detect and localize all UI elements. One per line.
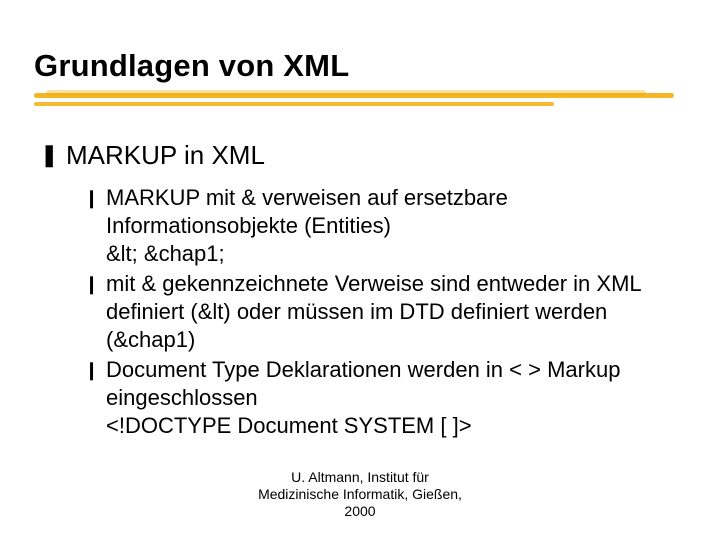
bullet-level1: ❚ MARKUP in XML (40, 140, 686, 170)
bullet-level2: ❙ mit & gekennzeichnete Verweise sind en… (84, 270, 686, 354)
bullet-level2: ❙ Document Type Deklarationen werden in … (84, 356, 686, 440)
slide-body: ❚ MARKUP in XML ❙ MARKUP mit & verweisen… (34, 140, 686, 440)
brush-stroke-icon (34, 93, 674, 98)
bullet-level2-list: ❙ MARKUP mit & verweisen auf ersetzbare … (40, 184, 686, 440)
bullet-text: MARKUP in XML (66, 140, 265, 170)
bullet-level2: ❙ MARKUP mit & verweisen auf ersetzbare … (84, 184, 686, 268)
slide: Grundlagen von XML ❚ MARKUP in XML ❙ MAR… (0, 0, 720, 540)
slide-footer: U. Altmann, Institut fürMedizinische Inf… (0, 469, 720, 520)
title-underline (34, 90, 686, 112)
bullet-text: Document Type Deklarationen werden in < … (106, 356, 686, 440)
bullet-icon: ❙ (84, 356, 106, 440)
bullet-text: mit & gekennzeichnete Verweise sind entw… (106, 270, 686, 354)
bullet-icon: ❙ (84, 184, 106, 268)
slide-title: Grundlagen von XML (34, 48, 686, 84)
bullet-icon: ❙ (84, 270, 106, 354)
bullet-text: MARKUP mit & verweisen auf ersetzbare In… (106, 184, 686, 268)
brush-stroke-icon (34, 102, 554, 106)
bullet-icon: ❚ (40, 140, 66, 170)
